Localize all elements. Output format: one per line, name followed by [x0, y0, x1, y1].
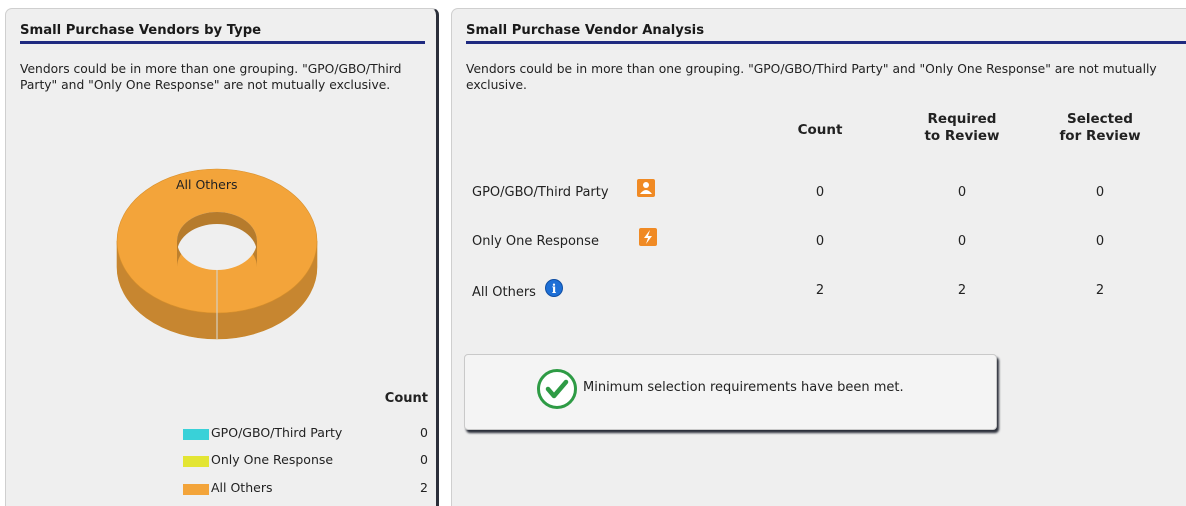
lightning-icon	[639, 228, 657, 246]
checkmark-icon	[537, 369, 577, 409]
legend-count: 0	[420, 452, 428, 467]
header-line: to Review	[924, 128, 1000, 144]
column-header-required: Required to Review	[907, 111, 1017, 145]
status-message: Minimum selection requirements have been…	[583, 380, 904, 395]
person-icon	[637, 179, 655, 197]
panel-description: Vendors could be in more than one groupi…	[466, 62, 1157, 92]
vendor-analysis-panel: Small Purchase Vendor Analysis Vendors c…	[451, 8, 1186, 506]
cell-selected: 0	[1095, 185, 1105, 200]
cell-count: 0	[815, 185, 825, 200]
legend-swatch	[183, 484, 209, 495]
header-line: Selected	[1067, 111, 1133, 127]
column-header-selected: Selected for Review	[1045, 111, 1155, 145]
legend-count-header: Count	[384, 391, 428, 406]
header-line: Required	[927, 111, 997, 127]
legend-item-only-one-response: Only One Response 0	[178, 451, 430, 471]
legend-item-gpo: GPO/GBO/Third Party 0	[178, 424, 430, 444]
header-line: for Review	[1059, 128, 1141, 144]
status-message-box: Minimum selection requirements have been…	[464, 354, 997, 430]
row-label-all-others: All Others	[472, 285, 536, 300]
cell-required: 2	[957, 283, 967, 298]
row-label-only-one-response: Only One Response	[472, 234, 599, 249]
legend-item-all-others: All Others 2	[178, 479, 430, 499]
cell-required: 0	[957, 185, 967, 200]
cell-count: 0	[815, 234, 825, 249]
column-header-count: Count	[797, 122, 843, 138]
chart-data-label: All Others	[176, 177, 238, 192]
legend-label: Only One Response	[211, 452, 334, 467]
vendors-by-type-panel: Small Purchase Vendors by Type Vendors c…	[5, 8, 439, 506]
legend-swatch	[183, 456, 209, 467]
legend-count: 0	[420, 425, 428, 440]
cell-required: 0	[957, 234, 967, 249]
cell-selected: 0	[1095, 234, 1105, 249]
info-icon[interactable]: i	[545, 279, 563, 297]
legend-count: 2	[420, 480, 428, 495]
row-label-gpo: GPO/GBO/Third Party	[472, 185, 609, 200]
legend-label: GPO/GBO/Third Party	[211, 425, 343, 440]
legend-label: All Others	[211, 480, 273, 495]
cell-count: 2	[815, 283, 825, 298]
cell-selected: 2	[1095, 283, 1105, 298]
legend-swatch	[183, 429, 209, 440]
panel-description: Vendors could be in more than one groupi…	[20, 62, 402, 92]
panel-title: Small Purchase Vendors by Type	[20, 23, 425, 44]
panel-title: Small Purchase Vendor Analysis	[466, 23, 1186, 44]
